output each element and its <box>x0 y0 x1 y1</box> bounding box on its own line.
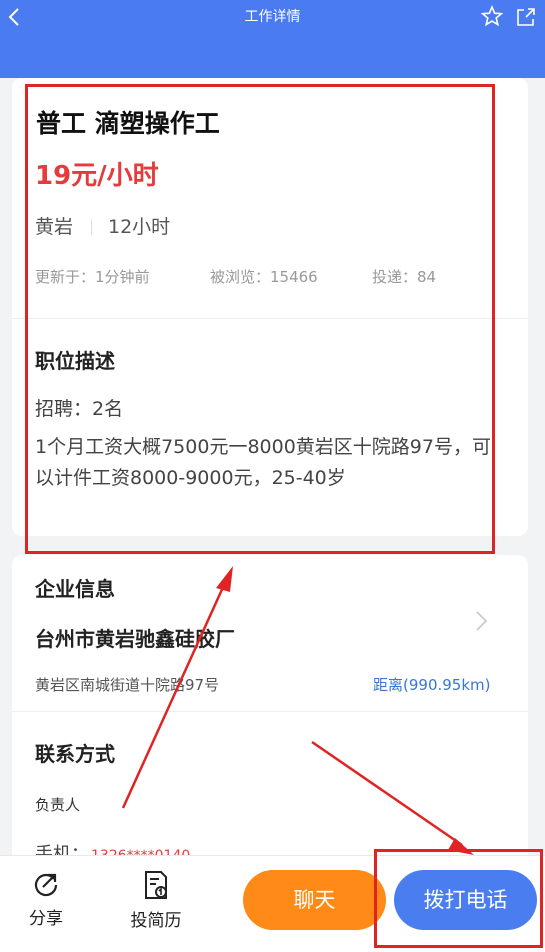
star-icon[interactable] <box>480 4 504 27</box>
company-section-title: 企业信息 <box>35 577 115 601</box>
annotation-box-job <box>25 84 495 554</box>
divider <box>12 711 528 712</box>
annotation-box-call <box>374 849 543 948</box>
chevron-right-icon[interactable] <box>472 609 490 633</box>
share-icon[interactable] <box>515 6 537 28</box>
share-button[interactable]: 分享 <box>16 870 76 929</box>
share-label: 分享 <box>29 909 63 929</box>
page-title: 工作详情 <box>244 9 301 25</box>
submit-resume-button[interactable]: 投简历 <box>126 870 186 931</box>
company-card[interactable] <box>12 555 528 875</box>
resume-icon <box>145 871 167 899</box>
contact-section-title: 联系方式 <box>35 742 115 766</box>
resume-label: 投简历 <box>130 911 182 931</box>
chat-button[interactable]: 聊天 <box>243 870 386 930</box>
company-address: 黄岩区南城街道十院路97号 <box>35 676 220 694</box>
contact-person-label: 负责人 <box>35 796 81 814</box>
share-circle-icon <box>34 873 58 897</box>
company-name[interactable]: 台州市黄岩驰鑫硅胶厂 <box>35 623 235 652</box>
distance[interactable]: 距离(990.95km) <box>373 674 491 695</box>
